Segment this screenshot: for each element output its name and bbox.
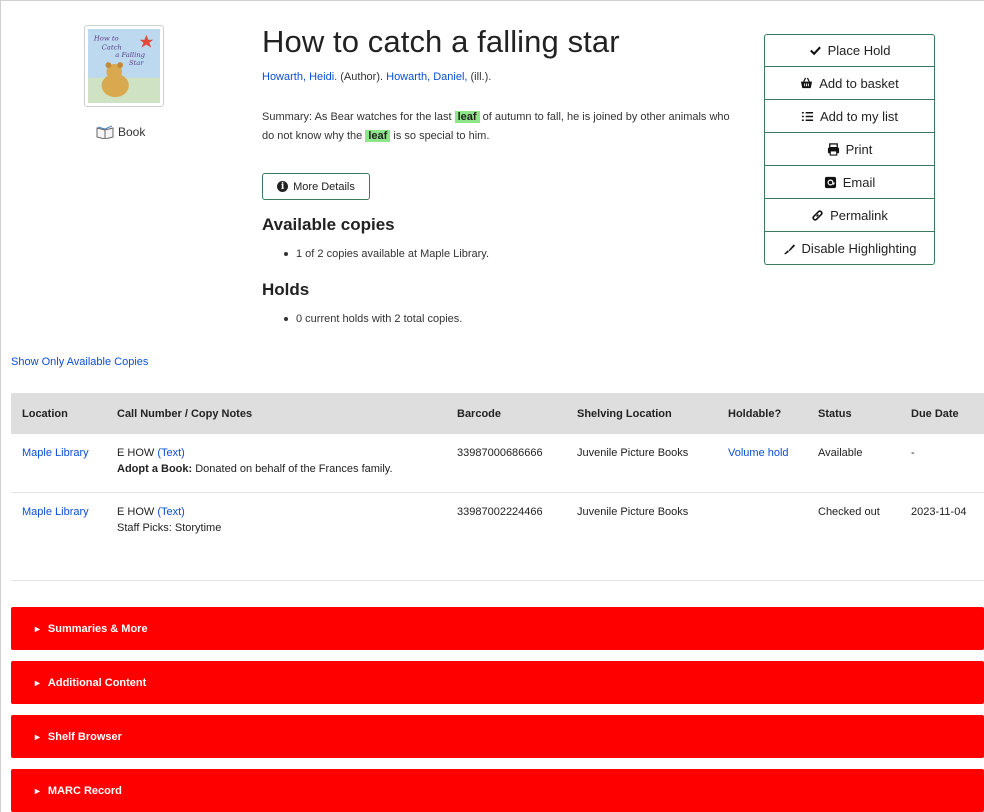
cover-illustration: How to Catch a Falling Star xyxy=(88,29,160,103)
basket-icon xyxy=(801,77,813,88)
add-to-basket-label: Add to basket xyxy=(819,75,899,91)
table-header-row: Location Call Number / Copy Notes Barcod… xyxy=(11,393,984,434)
due-date: - xyxy=(900,434,984,493)
add-to-list-label: Add to my list xyxy=(819,108,899,124)
author-role: (Author). xyxy=(340,71,384,83)
record-title: How to catch a falling star xyxy=(262,24,620,59)
barcode: 33987000686666 xyxy=(446,434,566,493)
place-hold-button[interactable]: Place Hold xyxy=(764,34,935,67)
format-label: Book xyxy=(96,125,145,139)
expand-triangle-icon: ► xyxy=(33,677,42,688)
copy-note-label: Adopt a Book: xyxy=(117,463,193,475)
section-label: MARC Record xyxy=(47,784,122,797)
record-actions: Place Hold Add to basket Add to my list … xyxy=(764,34,935,265)
illustrator-role: (ill.). xyxy=(470,71,492,83)
section-label: Summaries & More xyxy=(47,622,148,635)
print-button[interactable]: Print xyxy=(764,133,935,166)
volume-hold-link[interactable]: Volume hold xyxy=(728,447,789,459)
col-due-date: Due Date xyxy=(900,393,984,434)
expand-triangle-icon: ► xyxy=(33,731,42,742)
shelving-location: Juvenile Picture Books xyxy=(577,505,689,518)
info-icon: i xyxy=(277,181,289,192)
col-holdable: Holdable? xyxy=(717,393,807,434)
shelving-location: Juvenile Picture Books xyxy=(566,434,717,493)
disable-highlighting-label: Disable Highlighting xyxy=(801,240,917,256)
section-label: Additional Content xyxy=(47,676,147,689)
svg-text:Star: Star xyxy=(129,59,144,67)
email-icon xyxy=(824,176,836,188)
more-details-label: More Details xyxy=(293,180,355,193)
availability-item: 1 of 2 copies available at Maple Library… xyxy=(284,248,489,260)
add-to-list-button[interactable]: Add to my list xyxy=(764,100,935,133)
copy-note-text: Staff Picks: Storytime xyxy=(117,521,222,534)
table-row: Maple Library E HOW (Text) Staff Picks: … xyxy=(11,492,984,550)
svg-text:Catch: Catch xyxy=(102,43,122,51)
section-shelf-browser[interactable]: ► Shelf Browser xyxy=(11,715,984,758)
status: Checked out xyxy=(818,505,880,518)
location-link[interactable]: Maple Library xyxy=(22,447,89,459)
svg-text:How to: How to xyxy=(93,35,119,43)
barcode: 33987002224466 xyxy=(457,505,543,518)
link-icon xyxy=(812,209,823,221)
col-barcode: Barcode xyxy=(446,393,566,434)
cover-image[interactable]: How to Catch a Falling Star xyxy=(84,25,164,107)
call-number-text-link[interactable]: (Text) xyxy=(157,506,185,518)
col-status: Status xyxy=(807,393,900,434)
copy-note-text: Donated on behalf of the Frances family. xyxy=(195,463,393,475)
divider xyxy=(11,580,984,581)
authors: Howarth, Heidi. (Author). Howarth, Danie… xyxy=(262,71,491,83)
call-number: E HOW xyxy=(117,447,155,459)
disable-highlighting-button[interactable]: Disable Highlighting xyxy=(764,232,935,265)
col-location: Location xyxy=(11,393,106,434)
available-copies-heading: Available copies xyxy=(262,215,395,234)
book-icon xyxy=(96,125,114,139)
copies-table: Location Call Number / Copy Notes Barcod… xyxy=(11,393,984,550)
author-link-heidi[interactable]: Howarth, Heidi. xyxy=(262,71,337,83)
section-label: Shelf Browser xyxy=(47,730,122,743)
call-number: E HOW xyxy=(117,505,155,518)
list-icon xyxy=(801,111,814,121)
holds-text: 0 current holds with 2 total copies. xyxy=(296,313,463,325)
availability-text: 1 of 2 copies available at Maple Library… xyxy=(296,248,490,260)
col-shelving-location: Shelving Location xyxy=(566,393,717,434)
expand-triangle-icon: ► xyxy=(33,623,42,634)
print-icon xyxy=(827,142,839,156)
col-call-number: Call Number / Copy Notes xyxy=(106,393,446,434)
add-to-basket-button[interactable]: Add to basket xyxy=(764,67,935,100)
holdable xyxy=(717,492,807,550)
highlighter-icon xyxy=(783,243,795,254)
search-highlight: leaf xyxy=(365,130,391,142)
summary: Summary: As Bear watches for the last le… xyxy=(262,108,732,146)
location-link[interactable]: Maple Library xyxy=(22,506,89,518)
summary-text: is so special to him. xyxy=(393,130,490,142)
format-text: Book xyxy=(118,125,146,139)
check-icon xyxy=(809,46,821,56)
email-label: Email xyxy=(842,174,876,190)
summary-text: Summary: As Bear watches for the last xyxy=(262,111,452,123)
permalink-label: Permalink xyxy=(830,207,888,223)
more-details-button[interactable]: i More Details xyxy=(262,173,370,200)
author-link-daniel[interactable]: Howarth, Daniel, xyxy=(386,71,467,83)
section-marc-record[interactable]: ► MARC Record xyxy=(11,769,984,812)
show-available-copies-link[interactable]: Show Only Available Copies xyxy=(11,356,148,368)
holds-heading: Holds xyxy=(262,280,310,299)
status: Available xyxy=(807,434,900,493)
section-summaries-and-more[interactable]: ► Summaries & More xyxy=(11,607,984,650)
email-button[interactable]: Email xyxy=(764,166,935,199)
print-label: Print xyxy=(845,141,873,157)
search-highlight: leaf xyxy=(454,111,480,123)
place-hold-label: Place Hold xyxy=(827,43,891,58)
expand-triangle-icon: ► xyxy=(33,785,42,796)
due-date: 2023-11-04 xyxy=(911,505,967,518)
table-row: Maple Library E HOW (Text) Adopt a Book:… xyxy=(11,434,984,493)
holds-item: 0 current holds with 2 total copies. xyxy=(284,313,462,325)
call-number-text-link[interactable]: (Text) xyxy=(157,447,185,459)
section-additional-content[interactable]: ► Additional Content xyxy=(11,661,984,704)
svg-text:a Falling: a Falling xyxy=(115,51,145,59)
permalink-button[interactable]: Permalink xyxy=(764,199,935,232)
